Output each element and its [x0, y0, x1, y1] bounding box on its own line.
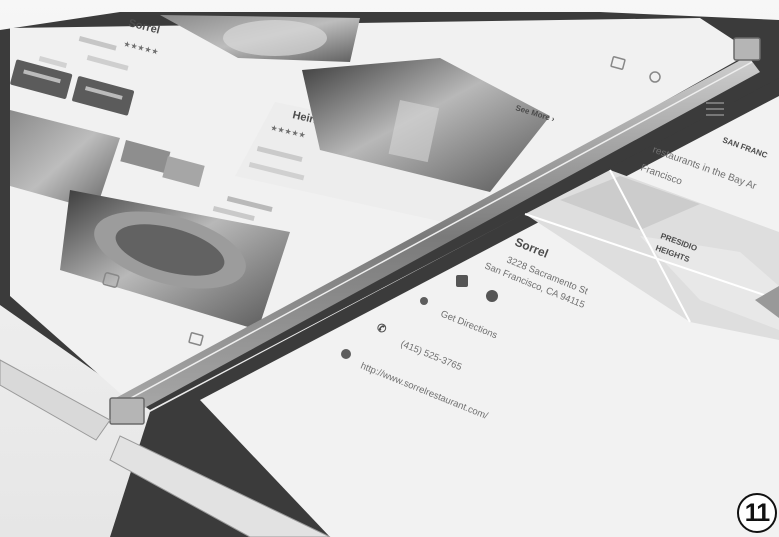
hinge-cap-bottom [109, 397, 145, 425]
instagram-icon[interactable] [486, 290, 498, 302]
plate-shape [223, 20, 327, 56]
facebook-icon[interactable] [456, 275, 468, 287]
figure-number-badge: 11 [737, 493, 777, 533]
location-pin-icon [420, 297, 428, 305]
device-illustration: Sorrel ★★★★★ Heirloom Cafe ★★★★★ [0, 0, 779, 537]
device-photo: Sorrel ★★★★★ Heirloom Cafe ★★★★★ [0, 0, 779, 537]
hinge-cap-top [733, 37, 761, 61]
globe-icon [341, 349, 351, 359]
